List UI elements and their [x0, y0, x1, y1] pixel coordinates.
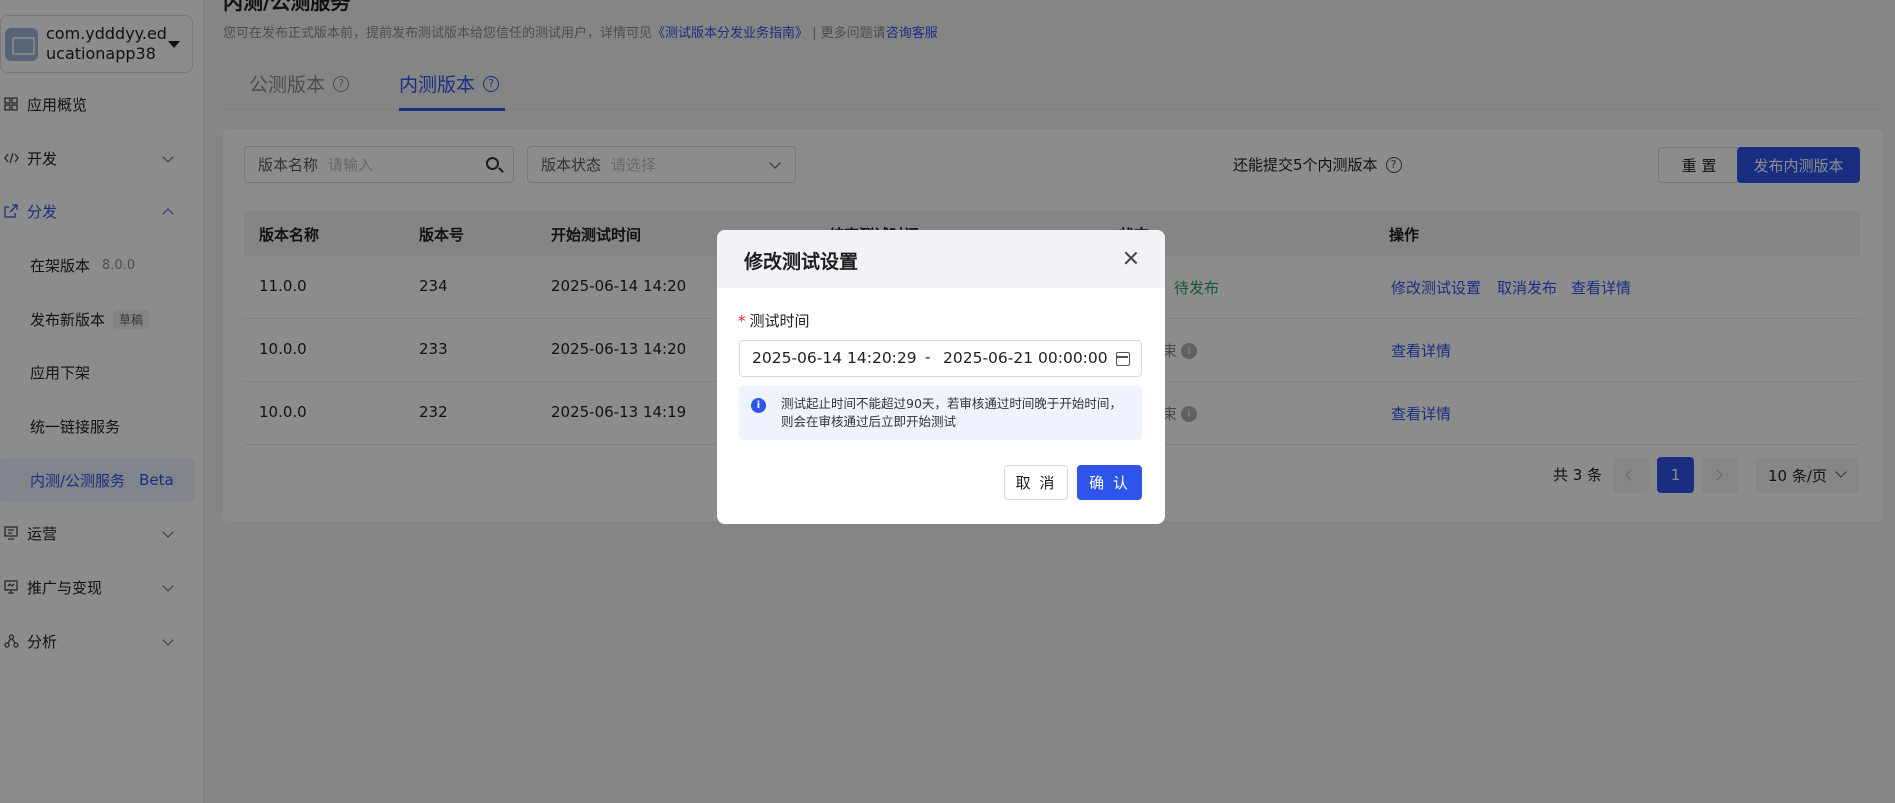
close-icon[interactable] — [1123, 250, 1139, 266]
info-alert: i 测试起止时间不能超过90天，若审核通过时间晚于开始时间，则会在审核通过后立即… — [739, 386, 1142, 440]
end-time-input[interactable]: 2025-06-21 00:00:00 — [943, 349, 1108, 367]
alert-text: 测试起止时间不能超过90天，若审核通过时间晚于开始时间，则会在审核通过后立即开始… — [781, 396, 1122, 429]
field-label-text: 测试时间 — [749, 312, 810, 330]
calendar-icon[interactable] — [1116, 352, 1130, 366]
required-mark: * — [738, 312, 746, 330]
cancel-button[interactable]: 取 消 — [1004, 465, 1068, 500]
test-time-range-picker[interactable]: 2025-06-14 14:20:29 - 2025-06-21 00:00:0… — [739, 340, 1142, 377]
info-icon: i — [751, 398, 766, 413]
confirm-button[interactable]: 确 认 — [1077, 465, 1142, 500]
dialog-header: 修改测试设置 — [717, 230, 1165, 288]
test-time-label: * 测试时间 — [738, 310, 810, 331]
dialog-title: 修改测试设置 — [744, 251, 859, 273]
edit-test-settings-dialog: 修改测试设置 * 测试时间 2025-06-14 14:20:29 - 2025-… — [717, 230, 1165, 524]
range-separator: - — [925, 348, 931, 366]
start-time-input[interactable]: 2025-06-14 14:20:29 — [752, 349, 917, 367]
